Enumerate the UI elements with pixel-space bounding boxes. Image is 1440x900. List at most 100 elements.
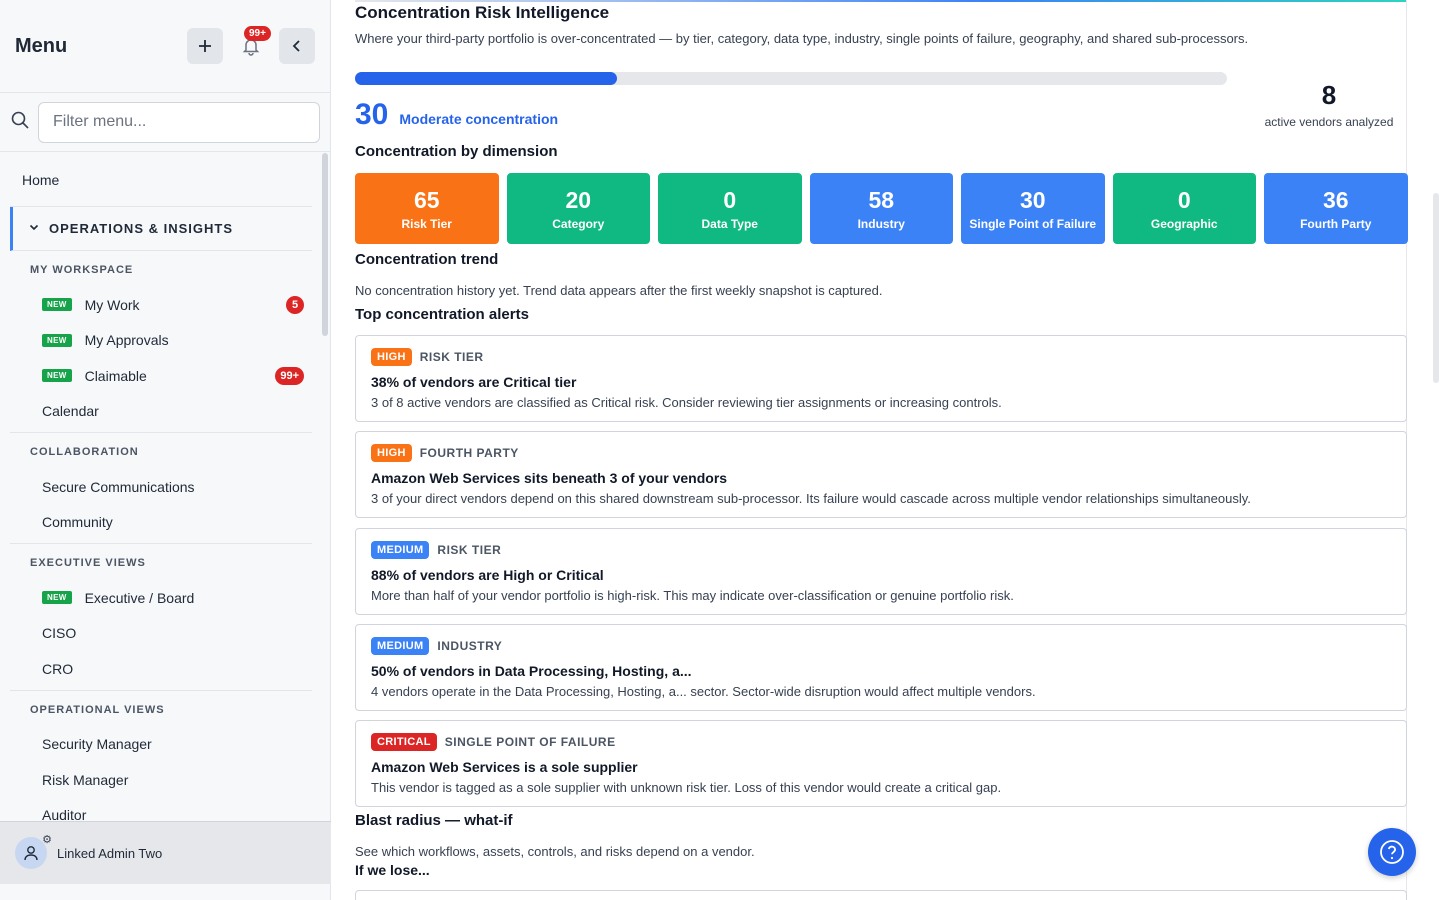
sidebar-item-label: My Work	[84, 296, 140, 313]
dimension-score: 0	[723, 186, 737, 213]
alert-header: MEDIUM RISK TIER	[371, 540, 1391, 560]
dimension-tile-geographic[interactable]: 0 Geographic	[1112, 173, 1256, 244]
chevron-down-icon	[29, 222, 39, 235]
sidebar-item-label: Risk Manager	[42, 771, 129, 788]
sidebar-scrollbar[interactable]	[322, 153, 328, 336]
alert-card[interactable]: CRITICAL SINGLE POINT OF FAILURE Amazon …	[355, 720, 1407, 808]
plus-icon	[199, 40, 211, 52]
dimension-score: 0	[1177, 186, 1191, 213]
count-badge: 5	[286, 295, 304, 314]
alert-card[interactable]: MEDIUM INDUSTRY 50% of vendors in Data P…	[355, 623, 1407, 711]
panel-top-accent	[355, 0, 1407, 2]
alert-card[interactable]: HIGH RISK TIER 38% of vendors are Critic…	[355, 335, 1407, 422]
dimension-label: Data Type	[701, 216, 758, 231]
sidebar-item-cro[interactable]: CRO	[0, 651, 322, 687]
menu-filter	[0, 93, 330, 152]
dimension-score: 58	[868, 186, 895, 213]
collapse-sidebar-button[interactable]	[279, 28, 315, 64]
alert-header: CRITICAL SINGLE POINT OF FAILURE	[371, 732, 1391, 752]
help-button[interactable]	[1368, 828, 1416, 876]
dimension-label: Industry	[857, 216, 905, 231]
help-icon	[1380, 840, 1404, 864]
user-icon	[24, 846, 38, 861]
alert-card[interactable]: HIGH FOURTH PARTY Amazon Web Services si…	[355, 431, 1407, 519]
sidebar-item-label: My Approvals	[84, 332, 169, 349]
sidebar-item-my-work[interactable]: NEW My Work 5	[0, 287, 322, 323]
blast-radius-text: See which workflows, assets, controls, a…	[355, 844, 755, 859]
severity-badge: HIGH	[371, 444, 412, 463]
user-name: Linked Admin Two	[57, 845, 163, 861]
chevron-left-icon	[292, 40, 300, 52]
sidebar-item-label: Security Manager	[42, 736, 152, 753]
dimension-label: Single Point of Failure	[969, 216, 1097, 231]
alert-card[interactable]: MEDIUM RISK TIER 88% of vendors are High…	[355, 527, 1407, 615]
dimension-tiles: 65 Risk Tier 20 Category 0 Data Type 58 Industr…	[355, 173, 1408, 244]
section-operations-insights[interactable]: OPERATIONS & INSIGHTS	[10, 207, 312, 251]
user-profile[interactable]: ⚙ Linked Admin Two	[0, 821, 331, 884]
sidebar-item-ciso[interactable]: CISO	[0, 616, 322, 652]
alert-title: 38% of vendors are Critical tier	[371, 374, 577, 390]
add-button[interactable]	[187, 28, 223, 64]
alert-category: RISK TIER	[419, 350, 484, 364]
nav-group-label: COLLABORATION	[30, 446, 139, 458]
vendor-count: 8 active vendors analyzed	[1235, 80, 1423, 129]
dimension-tile-data-type[interactable]: 0 Data Type	[658, 173, 802, 244]
dimension-tile-fourth-party[interactable]: 36 Fourth Party	[1264, 173, 1408, 244]
trend-empty-text: No concentration history yet. Trend data…	[355, 283, 883, 298]
sidebar-item-claimable[interactable]: NEW Claimable 99+	[0, 358, 322, 394]
sidebar-item-auditor[interactable]: Auditor	[0, 798, 322, 821]
section-label: OPERATIONS & INSIGHTS	[49, 221, 233, 236]
page-scrollbar[interactable]	[1433, 193, 1439, 383]
if-we-lose-label: If we lose...	[355, 862, 430, 878]
dimension-label: Fourth Party	[1300, 216, 1372, 231]
sidebar-item-community[interactable]: Community	[0, 505, 322, 541]
vendor-select-card[interactable]	[355, 890, 1407, 900]
alert-category: RISK TIER	[437, 542, 502, 557]
alert-title: 88% of vendors are High or Critical	[371, 566, 604, 583]
sidebar-item-secure-communications[interactable]: Secure Communications	[0, 469, 322, 505]
dimension-label: Risk Tier	[401, 216, 452, 231]
count-badge: 99+	[275, 366, 304, 385]
alert-header: MEDIUM INDUSTRY	[371, 636, 1391, 656]
alert-category: INDUSTRY	[437, 638, 503, 653]
dimension-label: Category	[552, 216, 605, 231]
sidebar-nav: Home OPERATIONS & INSIGHTS MY WORKSPACE N…	[0, 153, 322, 821]
search-icon	[10, 110, 38, 135]
alert-description: More than half of your vendor portfolio …	[371, 587, 1014, 603]
sidebar-item-label: Secure Communications	[42, 478, 195, 495]
severity-badge: MEDIUM	[371, 636, 430, 655]
nav-groups: MY WORKSPACE NEW My Work 5 NEW My Approvals NE…	[0, 251, 322, 821]
new-badge: NEW	[42, 591, 72, 605]
sidebar-item-label: CISO	[42, 625, 77, 642]
nav-group-label: MY WORKSPACE	[30, 264, 134, 276]
dimension-score: 36	[1322, 186, 1349, 213]
filter-menu-input[interactable]	[38, 101, 320, 143]
dimension-tile-single-point-of-failure[interactable]: 30 Single Point of Failure	[961, 173, 1105, 244]
score-bar-fill	[355, 72, 617, 85]
sidebar-item-label: Community	[42, 514, 113, 531]
new-badge: NEW	[42, 369, 72, 383]
sidebar-item-label: Executive / Board	[84, 589, 195, 606]
page-subtitle: Where your third-party portfolio is over…	[355, 31, 1249, 46]
new-badge: NEW	[42, 298, 72, 312]
sidebar-item-my-approvals[interactable]: NEW My Approvals	[0, 323, 322, 359]
dimension-score: 30	[1019, 186, 1046, 213]
sidebar-item-calendar[interactable]: Calendar	[0, 394, 322, 430]
sidebar-item-home[interactable]: Home	[10, 153, 312, 207]
sidebar-item-security-manager[interactable]: Security Manager	[0, 727, 322, 763]
sidebar-item-executive-board[interactable]: NEW Executive / Board	[0, 580, 322, 616]
dimension-label: Geographic	[1150, 216, 1218, 231]
dimension-tile-risk-tier[interactable]: 65 Risk Tier	[355, 173, 499, 244]
alert-description: 3 of 8 active vendors are classified as …	[371, 395, 1002, 410]
concentration-score: 30 Moderate concentration	[355, 98, 558, 132]
sidebar-item-risk-manager[interactable]: Risk Manager	[0, 762, 322, 798]
vendor-count-label: active vendors analyzed	[1264, 115, 1394, 129]
notifications-button[interactable]: 99+	[233, 26, 271, 64]
dimension-tile-category[interactable]: 20 Category	[506, 173, 650, 244]
score-value: 30	[355, 98, 389, 131]
sidebar-item-label: Calendar	[42, 403, 99, 420]
dimension-tile-industry[interactable]: 58 Industry	[809, 173, 953, 244]
new-badge: NEW	[42, 333, 72, 347]
trend-heading: Concentration trend	[355, 251, 499, 268]
concentration-risk-panel: Concentration Risk Intelligence Where yo…	[355, 0, 1408, 900]
